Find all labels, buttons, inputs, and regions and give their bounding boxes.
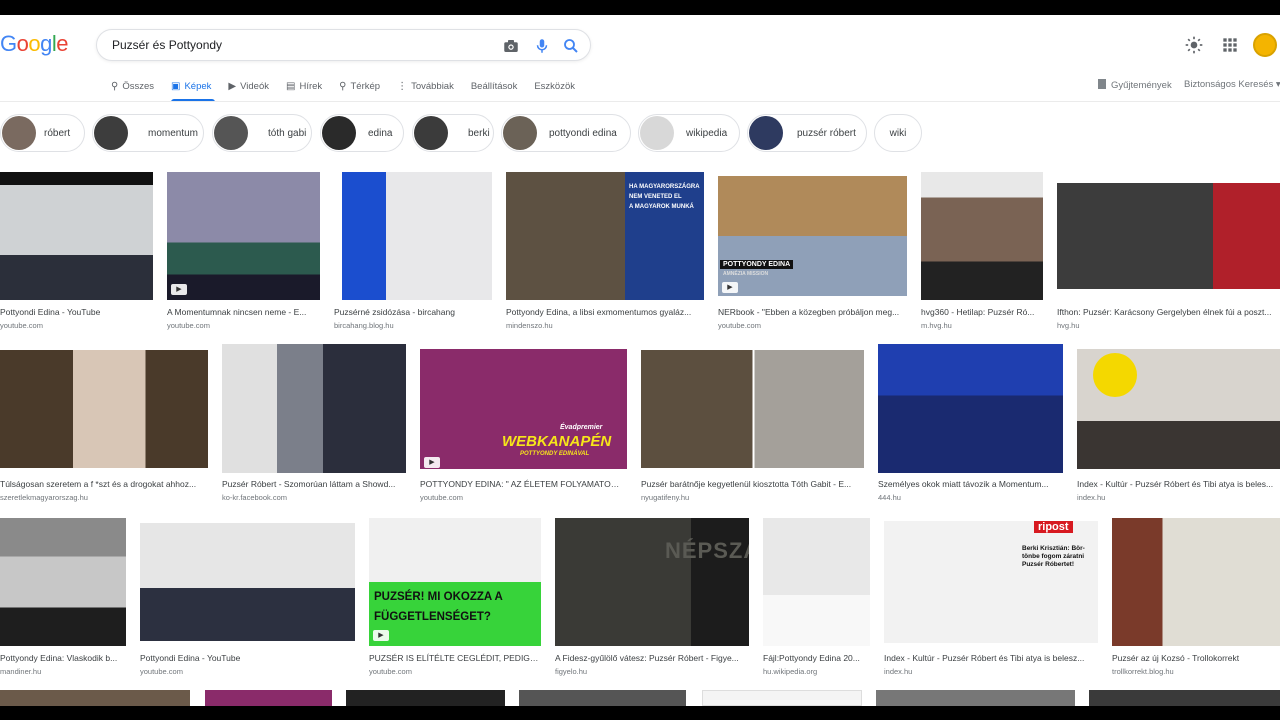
result-thumbnail[interactable] [0,690,190,706]
safe-search-dropdown[interactable]: Biztonságos Keresés ▾ [1184,79,1280,90]
chip-thumbnail [640,116,674,150]
chip-thumbnail [214,116,248,150]
chip-toth-gabi[interactable]: tóth gabi [212,114,312,152]
chip-pottyondi-edina[interactable]: pottyondi edina [501,114,631,152]
tab-settings[interactable]: Beállítások [471,81,517,92]
play-icon: ▶ [722,282,738,293]
top-black-bar [0,0,1280,15]
image-icon: ▣ [171,80,181,92]
result-thumbnail[interactable] [346,690,505,706]
account-avatar[interactable] [1253,33,1277,57]
result-thumbnail[interactable]: ▶ [167,172,320,300]
result-thumbnail[interactable] [0,172,153,300]
chip-puzser-robert[interactable]: puzsér róbert [747,114,867,152]
camera-icon[interactable] [502,37,520,55]
theme-toggle-icon[interactable] [1184,35,1204,55]
tab-maps[interactable]: ⚲ Térkép [339,81,380,92]
tab-news[interactable]: ▤ Hírek [286,81,322,92]
tab-all[interactable]: ⚲ Összes [111,81,154,92]
video-icon: ▶ [228,80,237,92]
play-icon: ▶ [373,630,389,641]
apps-grid-icon[interactable] [1220,35,1240,55]
search-input[interactable]: Puzsér és Pottyondy [112,38,222,52]
chip-thumbnail [749,116,783,150]
chip-thumbnail [94,116,128,150]
chip-wiki[interactable]: wiki [874,114,922,152]
chip-berki[interactable]: berki [412,114,494,152]
search-box[interactable]: Puzsér és Pottyondy [96,29,591,61]
header-divider [0,101,1280,102]
result-thumbnail[interactable] [876,690,1075,706]
chip-robert[interactable]: róbert [0,114,85,152]
result-thumbnail[interactable] [763,518,870,646]
chip-edina[interactable]: edina [320,114,404,152]
result-thumbnail[interactable]: PUZSÉR! MI OKOZZA A FÜGGETLENSÉGET? ▶ [369,518,541,646]
result-thumbnail[interactable] [702,690,862,706]
result-thumbnail[interactable] [140,523,355,641]
result-thumbnail[interactable] [334,172,492,300]
result-thumbnail[interactable] [1077,349,1280,469]
map-pin-icon: ⚲ [339,80,347,92]
result-thumbnail[interactable]: POTTYONDY EDINA AMNÉZIA MISSION ▶ [718,176,907,296]
result-thumbnail[interactable]: Évadpremier WEBKANAPÉN POTTYONDY EDINÁVA… [420,349,627,469]
news-icon: ▤ [286,80,296,92]
result-thumbnail[interactable] [205,690,332,706]
tab-images[interactable]: ▣ Képek [171,81,211,92]
google-logo[interactable]: Google [0,31,69,57]
result-thumbnail[interactable]: ripost Berki Krisztián: Bör-tönbe fogom … [884,521,1098,643]
chip-thumbnail [2,116,36,150]
result-thumbnail[interactable] [878,344,1063,473]
play-icon: ▶ [424,457,440,468]
microphone-icon[interactable] [533,37,551,55]
more-icon: ⋮ [397,80,408,92]
tab-more[interactable]: ⋮ Továbbiak [397,81,454,92]
tab-videos[interactable]: ▶ Videók [228,81,269,92]
result-thumbnail[interactable] [222,344,406,473]
search-icon: ⚲ [111,80,119,92]
play-icon: ▶ [171,284,187,295]
chip-thumbnail [414,116,448,150]
result-thumbnail[interactable] [0,518,126,646]
tab-tools[interactable]: Eszközök [534,81,575,92]
result-thumbnail[interactable] [921,172,1043,300]
result-thumbnail[interactable] [0,350,208,468]
result-thumbnail[interactable] [1112,518,1280,646]
result-thumbnail[interactable] [641,350,864,468]
chip-thumbnail [503,116,537,150]
result-thumbnail[interactable]: NÉPSZAVA [555,518,749,646]
collections-link[interactable]: Gyűjtemények [1098,79,1172,91]
result-thumbnail[interactable] [1089,690,1280,706]
chip-thumbnail [322,116,356,150]
chip-momentum[interactable]: momentum [92,114,204,152]
search-icon[interactable] [562,37,580,55]
search-tabs: ⚲ Összes ▣ Képek ▶ Videók ▤ Hírek ⚲ Térkép ⋮ T… [111,78,592,94]
chip-wikipedia[interactable]: wikipedia [638,114,740,152]
result-thumbnail[interactable] [1057,183,1280,289]
result-thumbnail[interactable]: HA MAGYARORSZÁGRA NEM VENETED EL A MAGYA… [506,172,704,300]
bottom-black-bar [0,706,1280,720]
pacman-graphic [1093,353,1137,397]
bookmark-icon [1098,79,1106,89]
result-thumbnail[interactable] [519,690,686,706]
